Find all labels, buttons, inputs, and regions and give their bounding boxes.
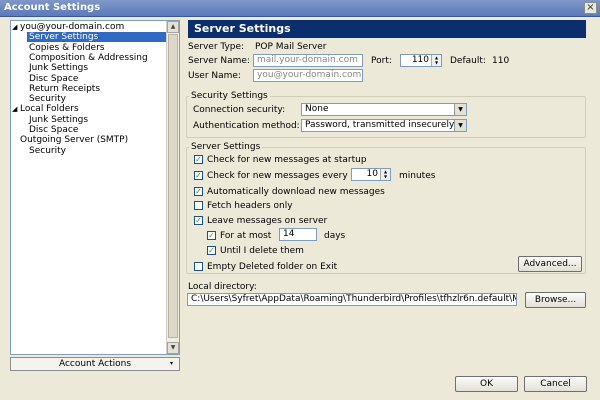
auth-method-value: Password, transmitted insecurely [305,120,455,130]
tree-item-label: Copies & Folders [29,42,105,53]
tree-item-label: Security [29,94,66,105]
user-name-field[interactable]: you@your-domain.com [253,69,363,82]
chevron-down-icon: ▾ [169,360,173,367]
tree-item[interactable]: Return Receipts [27,84,167,94]
port-stepper[interactable]: 110 ▲ ▼ [400,54,442,67]
cancel-button[interactable]: Cancel [524,376,587,392]
scroll-up-icon[interactable]: ▲ [167,21,179,33]
connection-security-select[interactable]: None ▼ [301,103,467,116]
check-startup-label: Check for new messages at startup [207,155,367,165]
auth-method-select[interactable]: Password, transmitted insecurely ▼ [301,119,467,132]
user-name-label: User Name: [188,71,241,81]
empty-deleted-label: Empty Deleted folder on Exit [207,262,338,272]
connection-security-label: Connection security: [193,105,286,115]
tree-item[interactable]: Outgoing Server (SMTP) [12,135,128,145]
window-title: Account Settings [4,2,101,13]
tree-item[interactable]: ◢ you@your-domain.com [12,22,124,32]
scroll-thumb[interactable] [168,34,178,338]
tree-item[interactable]: Server Settings [27,32,167,43]
tree-item-label: you@your-domain.com [20,22,125,32]
tree-item-label: Outgoing Server (SMTP) [20,135,129,146]
auto-download-checkbox[interactable]: ✓ [194,187,203,196]
close-icon[interactable]: × [584,2,597,14]
check-startup-checkbox[interactable]: ✓ [194,155,203,164]
until-delete-checkbox[interactable]: ✓ [207,246,216,255]
title-bar: Account Settings × [0,0,600,17]
tree-item-label: Composition & Addressing [29,52,148,63]
days-field[interactable]: 14 [279,228,317,241]
local-directory-label: Local directory: [188,282,257,292]
for-at-most-label: For at most [220,231,272,241]
tree-item[interactable]: Security [27,146,167,156]
tree-item[interactable]: ◢ Local Folders [12,104,79,114]
leave-on-server-checkbox[interactable]: ✓ [194,216,203,225]
tree-item-label: Disc Space [29,125,79,135]
tree-item-label: Junk Settings [29,63,89,74]
tree-list: ◢ you@your-domain.com Server Settings Copie… [11,21,167,354]
headers-only-checkbox[interactable] [194,201,203,210]
server-type-value: POP Mail Server [255,42,327,52]
local-directory-field[interactable]: C:\Users\Syfret\AppData\Roaming\Thunderb… [187,293,517,306]
account-actions-button[interactable]: Account Actions ▾ [10,357,180,371]
default-port-value: 110 [492,56,510,66]
stepper-arrows-icon[interactable]: ▲ ▼ [380,169,390,180]
check-interval-value: 10 [366,169,378,179]
tree-item[interactable]: Junk Settings [27,63,167,73]
stepper-arrows-icon[interactable]: ▲ ▼ [431,55,441,66]
auto-download-label: Automatically download new messages [207,187,385,197]
page-title: Server Settings [188,20,586,38]
for-at-most-checkbox[interactable]: ✓ [207,231,216,240]
port-value: 110 [411,55,429,65]
tree-item-label: Security [29,145,66,156]
server-type-label: Server Type: [188,42,245,52]
connection-security-value: None [305,104,329,114]
tree-item-label: Disc Space [29,73,79,84]
server-settings-title: Server Settings [189,142,263,152]
empty-deleted-checkbox[interactable] [194,262,203,271]
leave-on-server-label: Leave messages on server [207,216,328,226]
tree-item-label: Local Folders [20,104,79,115]
tree-item[interactable]: Junk Settings [27,115,167,125]
tree-item[interactable]: Copies & Folders [27,43,167,53]
scroll-down-icon[interactable]: ▼ [167,342,179,354]
account-tree[interactable]: ◢ you@your-domain.com Server Settings Copie… [10,20,180,355]
headers-only-label: Fetch headers only [207,201,293,211]
advanced-button[interactable]: Advanced... [518,256,582,272]
twisty-icon[interactable]: ◢ [12,104,20,114]
default-port-label: Default: [450,56,486,66]
check-every-checkbox[interactable]: ✓ [194,171,203,180]
until-delete-label: Until I delete them [220,246,304,256]
chevron-down-icon[interactable]: ▼ [454,104,466,115]
server-name-field[interactable]: mail.your-domain.com [253,54,363,67]
check-interval-stepper[interactable]: 10 ▲ ▼ [351,168,391,181]
account-actions-label: Account Actions [58,359,132,369]
twisty-icon[interactable]: ◢ [12,22,20,32]
auth-method-label: Authentication method: [193,121,300,131]
browse-button[interactable]: Browse... [525,292,586,308]
tree-item[interactable]: Disc Space [27,125,167,135]
server-name-label: Server Name: [188,56,250,66]
tree-item-label: Return Receipts [29,83,101,94]
tree-item-label: Server Settings [29,32,99,43]
tree-item[interactable]: Composition & Addressing [27,53,167,63]
tree-scrollbar[interactable]: ▲ ▼ [166,21,179,354]
tree-item-label: Junk Settings [29,114,89,125]
tree-item[interactable]: Security [27,94,167,104]
security-settings-title: Security Settings [189,91,270,101]
port-label: Port: [371,56,392,66]
check-every-label: Check for new messages every [207,171,348,181]
ok-button[interactable]: OK [455,376,518,392]
days-label: days [324,231,346,241]
chevron-down-icon[interactable]: ▼ [454,120,466,131]
minutes-label: minutes [399,171,436,181]
tree-item[interactable]: Disc Space [27,74,167,84]
